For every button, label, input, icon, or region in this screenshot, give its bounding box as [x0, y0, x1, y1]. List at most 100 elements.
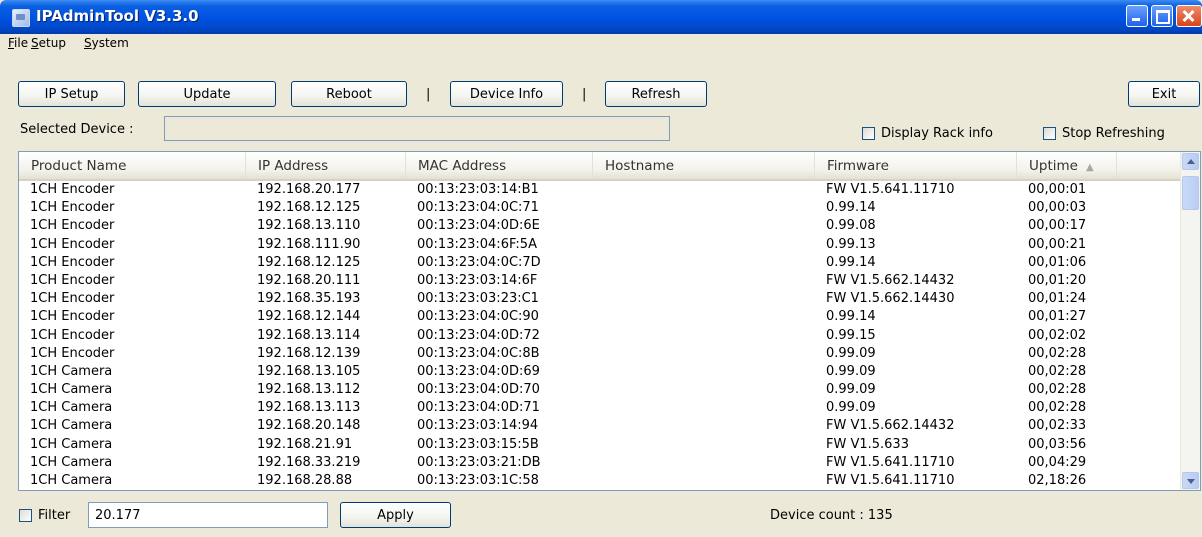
scroll-thumb[interactable] — [1182, 176, 1199, 210]
cell-firmware: FW V1.5.641.11710 — [826, 473, 955, 488]
cell-firmware: FW V1.5.662.14430 — [826, 291, 955, 307]
table-row[interactable]: 1CH Camera 192.168.13.112 00:13:23:04:0D:7… — [19, 381, 1182, 399]
cell-firmware: 0.99.09 — [826, 363, 876, 379]
menu-system[interactable]: System — [84, 36, 129, 50]
cell-firmware: 0.99.09 — [826, 345, 876, 361]
cell-uptime: 00,02:33 — [1028, 418, 1087, 434]
cell-mac-address: 00:13:23:04:0D:72 — [417, 327, 540, 343]
cell-firmware: FW V1.5.633 — [826, 436, 909, 452]
column-header-hostname[interactable]: Hostname — [593, 152, 815, 179]
cell-mac-address: 00:13:23:03:14:6F — [417, 272, 538, 288]
menu-setup[interactable]: Setup — [31, 36, 66, 50]
stop-refreshing-label[interactable]: Stop Refreshing — [1062, 126, 1165, 141]
table-row[interactable]: 1CH Camera 192.168.20.148 00:13:23:03:14:9… — [19, 417, 1182, 435]
menu-bar: File Setup System — [0, 34, 1202, 54]
cell-mac-address: 00:13:23:04:0D:71 — [417, 400, 540, 416]
cell-product-name: 1CH Camera — [30, 454, 113, 470]
close-button[interactable] — [1176, 5, 1202, 27]
stop-refreshing-checkbox[interactable] — [1043, 127, 1056, 140]
column-header-product-name[interactable]: Product Name — [19, 152, 246, 179]
cell-ip-address: 192.168.12.125 — [257, 254, 361, 270]
cell-ip-address: 192.168.13.110 — [257, 218, 361, 234]
ip-setup-button[interactable]: IP Setup — [18, 81, 125, 107]
table-row[interactable]: 1CH Camera 192.168.28.88 00:13:23:03:1C:58… — [19, 472, 1182, 490]
cell-firmware: 0.99.15 — [826, 327, 876, 343]
cell-mac-address: 00:13:23:04:0C:7D — [417, 254, 541, 270]
column-header-firmware[interactable]: Firmware — [815, 152, 1017, 179]
table-row[interactable]: 1CH Encoder 192.168.111.90 00:13:23:04:6F:… — [19, 236, 1182, 254]
refresh-button[interactable]: Refresh — [605, 81, 707, 107]
list-rows: 1CH Encoder 192.168.20.177 00:13:23:03:14:… — [19, 181, 1182, 490]
scroll-up-icon[interactable] — [1182, 153, 1199, 170]
window-title: IPAdminTool V3.3.0 — [36, 7, 199, 25]
table-row[interactable]: 1CH Camera 192.168.13.113 00:13:23:04:0D:7… — [19, 399, 1182, 417]
table-row[interactable]: 1CH Camera 192.168.21.91 00:13:23:03:15:5B… — [19, 436, 1182, 454]
display-rack-info-label[interactable]: Display Rack info — [881, 126, 993, 141]
maximize-button[interactable] — [1151, 5, 1173, 27]
cell-product-name: 1CH Encoder — [30, 327, 115, 343]
cell-product-name: 1CH Encoder — [30, 218, 115, 234]
filter-checkbox[interactable] — [19, 509, 32, 522]
cell-product-name: 1CH Encoder — [30, 254, 115, 270]
cell-uptime: 00,02:02 — [1028, 327, 1087, 343]
cell-ip-address: 192.168.35.193 — [257, 291, 361, 307]
table-row[interactable]: 1CH Encoder 192.168.12.144 00:13:23:04:0C:… — [19, 308, 1182, 326]
cell-mac-address: 00:13:23:03:23:C1 — [417, 291, 539, 307]
menu-file[interactable]: File — [8, 36, 28, 50]
table-row[interactable]: 1CH Encoder 192.168.13.114 00:13:23:04:0D:… — [19, 327, 1182, 345]
cell-uptime: 00,02:28 — [1028, 382, 1087, 398]
cell-product-name: 1CH Encoder — [30, 200, 115, 216]
cell-ip-address: 192.168.28.88 — [257, 473, 353, 488]
column-header-ip-address[interactable]: IP Address — [246, 152, 406, 179]
cell-product-name: 1CH Camera — [30, 418, 113, 434]
scroll-down-icon[interactable] — [1182, 472, 1199, 489]
cell-ip-address: 192.168.111.90 — [257, 236, 361, 252]
cell-uptime: 00,01:24 — [1028, 291, 1087, 307]
reboot-button[interactable]: Reboot — [291, 81, 407, 107]
table-row[interactable]: 1CH Encoder 192.168.35.193 00:13:23:03:23:… — [19, 290, 1182, 308]
cell-firmware: FW V1.5.641.11710 — [826, 454, 955, 470]
table-row[interactable]: 1CH Encoder 192.168.12.139 00:13:23:04:0C:… — [19, 345, 1182, 363]
cell-uptime: 00,00:03 — [1028, 200, 1087, 216]
column-header-empty — [1117, 152, 1182, 179]
display-rack-info-checkbox[interactable] — [862, 127, 875, 140]
cell-uptime: 00,01:27 — [1028, 309, 1087, 325]
cell-mac-address: 00:13:23:03:21:DB — [417, 454, 541, 470]
filter-label[interactable]: Filter — [38, 508, 70, 523]
selected-device-field — [164, 116, 670, 141]
cell-uptime: 00,02:28 — [1028, 363, 1087, 379]
table-row[interactable]: 1CH Encoder 192.168.20.177 00:13:23:03:14:… — [19, 181, 1182, 199]
table-row[interactable]: 1CH Encoder 192.168.12.125 00:13:23:04:0C:… — [19, 199, 1182, 217]
update-button[interactable]: Update — [138, 81, 276, 107]
cell-ip-address: 192.168.12.125 — [257, 200, 361, 216]
cell-product-name: 1CH Encoder — [30, 345, 115, 361]
cell-uptime: 00,02:28 — [1028, 400, 1087, 416]
column-header-mac-address[interactable]: MAC Address — [406, 152, 593, 179]
apply-button[interactable]: Apply — [340, 502, 451, 528]
list-header: Product Name IP Address MAC Address Host… — [19, 152, 1182, 181]
device-info-button[interactable]: Device Info — [450, 81, 563, 107]
cell-firmware: 0.99.14 — [826, 254, 876, 270]
table-row[interactable]: 1CH Encoder 192.168.12.125 00:13:23:04:0C:… — [19, 254, 1182, 272]
column-header-uptime[interactable]: Uptime ▲ — [1017, 152, 1117, 179]
minimize-button[interactable] — [1126, 5, 1148, 27]
table-row[interactable]: 1CH Camera 192.168.13.105 00:13:23:04:0D:6… — [19, 363, 1182, 381]
exit-button[interactable]: Exit — [1128, 81, 1200, 107]
table-row[interactable]: 1CH Encoder 192.168.13.110 00:13:23:04:0D:… — [19, 217, 1182, 235]
cell-uptime: 00,00:17 — [1028, 218, 1087, 234]
filter-input[interactable] — [88, 502, 328, 528]
device-list[interactable]: Product Name IP Address MAC Address Host… — [18, 151, 1201, 491]
cell-uptime: 00,01:20 — [1028, 272, 1087, 288]
cell-ip-address: 192.168.20.111 — [257, 272, 361, 288]
cell-firmware: 0.99.14 — [826, 200, 876, 216]
table-row[interactable]: 1CH Encoder 192.168.20.111 00:13:23:03:14:… — [19, 272, 1182, 290]
cell-ip-address: 192.168.12.139 — [257, 345, 361, 361]
cell-mac-address: 00:13:23:03:14:B1 — [417, 182, 539, 197]
cell-uptime: 00,04:29 — [1028, 454, 1087, 470]
cell-ip-address: 192.168.13.113 — [257, 400, 361, 416]
cell-product-name: 1CH Encoder — [30, 182, 115, 197]
cell-firmware: FW V1.5.662.14432 — [826, 418, 955, 434]
vertical-scrollbar[interactable] — [1180, 152, 1200, 490]
toolbar-separator: | — [582, 87, 587, 102]
table-row[interactable]: 1CH Camera 192.168.33.219 00:13:23:03:21:D… — [19, 454, 1182, 472]
